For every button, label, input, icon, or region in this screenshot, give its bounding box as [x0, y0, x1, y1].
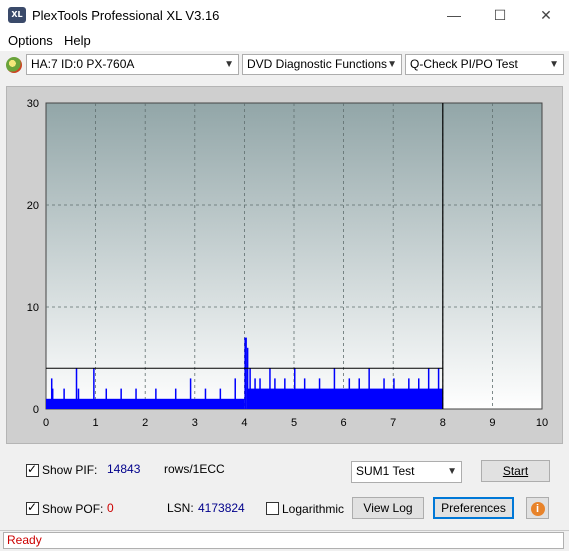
preferences-button[interactable]: Preferences	[433, 497, 514, 519]
bar-spike	[219, 388, 222, 409]
bar-segment	[244, 337, 247, 409]
chevron-down-icon: ▼	[447, 466, 457, 477]
x-tick-label: 9	[489, 417, 495, 429]
x-tick-label: 4	[241, 417, 247, 429]
function-select[interactable]: DVD Diagnostic Functions ▼	[242, 54, 402, 75]
y-tick-label: 10	[27, 302, 39, 314]
control-panel: Show PIF: 14843 rows/1ECC SUM1 Test ▼ St…	[0, 452, 569, 528]
x-tick-label: 6	[341, 417, 347, 429]
info-button[interactable]: i	[526, 497, 549, 519]
bar-spike	[368, 368, 370, 409]
bar-spike	[174, 388, 177, 409]
bar-spike	[294, 368, 296, 409]
bar-spike	[348, 378, 351, 409]
start-button[interactable]: Start	[481, 460, 550, 482]
chart-panel: 0 1 2 3 4 5 6 7 8 9 10 30 20 10 0	[6, 86, 563, 444]
y-tick-label: 0	[33, 404, 39, 416]
status-text: Ready	[3, 532, 564, 549]
logarithmic-label: Logarithmic	[282, 502, 345, 516]
y-tick-label: 30	[27, 98, 39, 110]
bar-spike	[51, 388, 54, 409]
drive-select-value: HA:7 ID:0 PX-760A	[31, 57, 135, 71]
x-tick-label: 5	[291, 417, 297, 429]
menu-help[interactable]: Help	[64, 33, 91, 48]
bar-spike	[234, 378, 236, 409]
lsn-label: LSN:	[167, 501, 194, 515]
bar-spike	[408, 378, 410, 409]
function-select-value: DVD Diagnostic Functions	[247, 57, 388, 71]
bar-spike	[105, 388, 108, 409]
toolbar: HA:7 ID:0 PX-760A ▼ DVD Diagnostic Funct…	[0, 52, 569, 80]
pi-po-chart: 0 1 2 3 4 5 6 7 8 9 10 30 20 10 0	[27, 98, 548, 429]
info-icon: i	[530, 502, 545, 516]
x-tick-label: 10	[536, 417, 548, 429]
bar-spike	[427, 368, 430, 409]
bar-spike	[274, 378, 276, 409]
view-log-label: View Log	[363, 501, 413, 515]
close-button[interactable]: ✕	[523, 0, 569, 31]
test-select[interactable]: Q-Check PI/PO Test ▼	[405, 54, 564, 75]
show-pof-checkbox[interactable]	[26, 500, 39, 515]
drive-select[interactable]: HA:7 ID:0 PX-760A ▼	[26, 54, 239, 75]
status-bar: Ready	[0, 530, 569, 551]
x-tick-label: 2	[142, 417, 148, 429]
bar-spike	[418, 378, 420, 409]
bar-spike	[155, 388, 157, 409]
bar-spike	[318, 378, 321, 409]
rows-label: rows/1ECC	[164, 462, 225, 476]
app-logo-icon: XL	[8, 7, 26, 23]
lsn-value: 4173824	[198, 501, 245, 515]
menu-bar: Options Help	[0, 31, 569, 51]
chevron-down-icon: ▼	[387, 59, 397, 70]
sum-test-value: SUM1 Test	[356, 464, 415, 478]
bar-spike	[204, 388, 207, 409]
title-bar: XL PlexTools Professional XL V3.16 — ☐ ✕	[0, 0, 569, 31]
disc-drive-icon	[6, 57, 22, 73]
show-pif-label: Show PIF:	[42, 463, 98, 477]
bar-spike	[259, 378, 261, 409]
bar-spike	[189, 378, 192, 409]
bar-spike	[333, 368, 336, 409]
x-tick-label: 3	[192, 417, 198, 429]
y-tick-label: 20	[27, 200, 39, 212]
chevron-down-icon: ▼	[224, 59, 234, 70]
bar-spike	[284, 378, 286, 409]
preferences-label: Preferences	[441, 501, 506, 515]
start-button-label: Start	[502, 464, 529, 478]
bar-spike	[254, 378, 256, 409]
bar-spike	[393, 378, 395, 409]
bar-segment	[246, 388, 443, 409]
show-pof-label: Show POF:	[42, 502, 104, 516]
show-pif-checkbox[interactable]	[26, 462, 39, 477]
menu-options[interactable]: Options	[8, 33, 53, 48]
pif-value: 14843	[107, 462, 141, 476]
bar-spike	[246, 347, 249, 409]
logarithmic-checkbox[interactable]	[266, 502, 279, 515]
bar-spike	[249, 368, 251, 409]
bar-spike	[358, 378, 360, 409]
x-tick-label: 1	[93, 417, 99, 429]
bar-spike	[383, 378, 385, 409]
sum-test-select[interactable]: SUM1 Test ▼	[351, 461, 462, 483]
chevron-down-icon: ▼	[549, 59, 559, 70]
x-tick-label: 7	[390, 417, 396, 429]
bar-spike	[269, 368, 271, 409]
test-select-value: Q-Check PI/PO Test	[410, 57, 518, 71]
minimize-button[interactable]: —	[431, 0, 477, 31]
bar-spike	[63, 388, 65, 409]
window-title: PlexTools Professional XL V3.16	[32, 8, 220, 23]
view-log-button[interactable]: View Log	[352, 497, 424, 519]
bar-spike	[75, 368, 78, 409]
x-tick-label: 8	[440, 417, 446, 429]
bar-spike	[120, 388, 122, 409]
maximize-button[interactable]: ☐	[477, 0, 523, 31]
bar-spike	[303, 378, 306, 409]
pof-value: 0	[107, 501, 114, 515]
x-tick-label: 0	[43, 417, 49, 429]
bar-spike	[135, 388, 137, 409]
bar-spike	[93, 368, 95, 409]
bar-spike	[437, 368, 440, 409]
bar-spike	[77, 388, 80, 409]
